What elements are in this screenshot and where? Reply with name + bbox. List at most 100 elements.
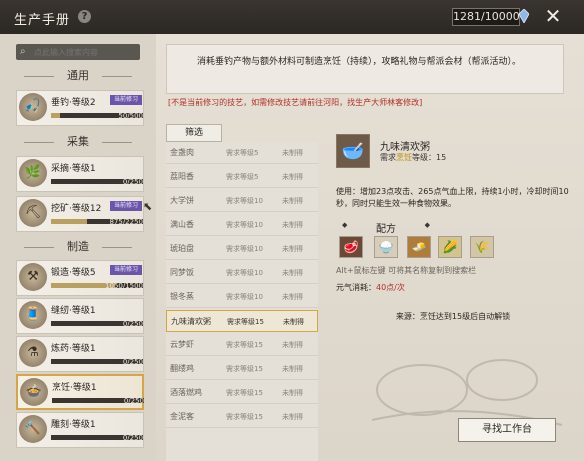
progress-label: 875/2250 (109, 218, 143, 226)
energy-cost: 元气消耗：40点/次 (336, 283, 405, 292)
recipe-row-status: 未制得 (282, 341, 303, 349)
recipe-row-name: 翻缕鸡 (170, 364, 194, 373)
skill-item-picking[interactable]: 🌿 采摘·等级1 0/250 (16, 156, 144, 192)
skill-name: 缝纫·等级1 (51, 306, 96, 316)
recipe-row-level: 需求等级15 (226, 413, 263, 421)
skill-item-carving[interactable]: 🔨 雕刻·等级1 0/250 (16, 412, 144, 448)
filter-button[interactable]: 筛选 (166, 124, 222, 142)
skill-name: 烹饪·等级1 (52, 383, 97, 393)
recipe-header: 配方 (336, 220, 436, 235)
progress-label: 0/250 (122, 434, 143, 442)
recipe-row-name: 酒落燃鸡 (170, 388, 202, 397)
grain-icon[interactable]: 🌾 (470, 236, 494, 258)
skill-item-fishing[interactable]: 🎣 垂钓·等级2 当前修习 50/500 (16, 90, 144, 126)
status-badge: 当前修习 (110, 265, 142, 275)
recipe-row-level: 需求等级15 (226, 341, 263, 349)
progress-label: 0/250 (123, 397, 144, 405)
recipe-row-level: 需求等级10 (226, 293, 263, 301)
skill-item-sewing[interactable]: 🧵 缝纫·等级1 0/250 (16, 298, 144, 334)
recipe-row-level: 需求等级10 (226, 221, 263, 229)
recipe-row[interactable]: 九味清欢粥 需求等级15 未制得 (166, 310, 318, 332)
search-box[interactable]: ⌕ (16, 44, 140, 60)
skill-name: 雕刻·等级1 (51, 420, 96, 430)
cooking-icon: 🍲 (20, 378, 48, 406)
recipe-row-level: 需求等级10 (226, 197, 263, 205)
recipe-row-status: 未制得 (282, 389, 303, 397)
recipe-row-level: 需求等级5 (226, 149, 259, 157)
close-icon[interactable]: ✕ (542, 5, 564, 27)
skill-name: 采摘·等级1 (51, 164, 96, 174)
skill-name: 挖矿·等级12 (51, 204, 102, 214)
recipe-row-status: 未制得 (283, 318, 304, 326)
recipe-row[interactable]: 金泥客 需求等级15 未制得 (166, 406, 318, 428)
recipe-row[interactable]: 同梦饭 需求等级10 未制得 (166, 262, 318, 284)
tofu-icon[interactable]: 🧈 (407, 236, 431, 258)
chisel-icon: 🔨 (19, 415, 47, 443)
recipe-row[interactable]: 云梦虾 需求等级15 未制得 (166, 334, 318, 356)
progress-label: 0/250 (122, 320, 143, 328)
recipe-row-status: 未制得 (282, 293, 303, 301)
recipe-row[interactable]: 荔阳香 需求等级5 未制得 (166, 166, 318, 188)
recipe-row[interactable]: 酒落燃鸡 需求等级15 未制得 (166, 382, 318, 404)
recipe-effect: 使用：增加23点攻击、265点气血上限，持续1小时，冷却时间10秒，同时只能生效… (336, 187, 569, 208)
recipe-row-status: 未制得 (282, 197, 303, 205)
recipe-row-name: 金泥客 (170, 412, 194, 421)
recipe-row[interactable]: 满山香 需求等级10 未制得 (166, 214, 318, 236)
recipe-row-name: 九味清欢粥 (171, 317, 211, 326)
skill-item-cooking[interactable]: 🍲 烹饪·等级1 0/250 (16, 374, 144, 410)
corn-icon[interactable]: 🌽 (438, 236, 462, 258)
recipe-row-level: 需求等级5 (226, 173, 259, 181)
recipe-row[interactable]: 银冬蒸 需求等级10 未制得 (166, 286, 318, 308)
recipe-requirement: 需求烹饪等级：15 (380, 153, 447, 162)
recipe-row-level: 需求等级15 (227, 318, 264, 326)
pickaxe-icon: ⛏ (19, 199, 47, 227)
herb-icon: 🌿 (19, 159, 47, 187)
question-icon[interactable]: ? (78, 10, 91, 23)
window-title: 生产手册 (14, 13, 71, 28)
decorative-pottery-illustration (371, 359, 563, 426)
rice-icon[interactable]: 🍚 (374, 236, 398, 258)
anvil-icon: ⚒ (19, 263, 47, 291)
skill-item-mining[interactable]: ⛏ 挖矿·等级12 当前修习 875/2250 (16, 196, 144, 232)
skill-sidebar: ⌕ 通用 🎣 垂钓·等级2 当前修习 50/500 采集 🌿 采摘·等级1 0/… (0, 34, 156, 461)
recipe-list: 金盏肉 需求等级5 未制得 荔阳香 需求等级5 未制得 大学饼 需求等级10 未制得 满山香 需求等… (166, 142, 318, 461)
find-workbench-button[interactable]: 寻找工作台 (458, 418, 556, 442)
recipe-row-level: 需求等级10 (226, 269, 263, 277)
energy-gem-icon (519, 9, 529, 23)
recipe-row-level: 需求等级15 (226, 389, 263, 397)
potion-icon: ⚗ (19, 339, 47, 367)
recipe-row[interactable]: 大学饼 需求等级10 未制得 (166, 190, 318, 212)
recipe-name: 九味清欢粥 (380, 142, 430, 153)
recipe-row-status: 未制得 (282, 173, 303, 181)
skill-item-forging[interactable]: ⚒ 锻造·等级5 当前修习 1050/1500 (16, 260, 144, 296)
production-manual-window: 生产手册 ? 1281/10000 ✕ ⌕ 通用 🎣 垂钓·等级2 当前修习 5… (0, 0, 584, 461)
recipe-row[interactable]: 翻缕鸡 需求等级15 未制得 (166, 358, 318, 380)
recipe-row[interactable]: 金盏肉 需求等级5 未制得 (166, 142, 318, 164)
skill-description: 消耗垂钓产物与额外材料可制造烹饪（持续），攻略礼物与帮派会材（帮派活动）。 (166, 44, 564, 94)
group-crafting: 制造 (16, 238, 140, 256)
recipe-row-name: 大学饼 (170, 196, 194, 205)
recipe-row-name: 云梦虾 (170, 340, 194, 349)
progress-fill (51, 113, 61, 118)
recipe-row-status: 未制得 (282, 413, 303, 421)
progress-label: 0/250 (122, 358, 143, 366)
recipe-row[interactable]: 琥珀盘 需求等级10 未制得 (166, 238, 318, 260)
progress-label: 0/250 (122, 178, 143, 186)
skill-name: 炼药·等级1 (51, 344, 96, 354)
meat-icon[interactable]: 🥩 (339, 236, 363, 258)
recipe-row-name: 琥珀盘 (170, 244, 194, 253)
title-bar: 生产手册 ? 1281/10000 ✕ (0, 0, 584, 34)
status-badge: 当前修习 (110, 201, 142, 211)
fishing-icon: 🎣 (19, 93, 47, 121)
progress-fill (51, 219, 87, 224)
skill-name: 锻造·等级5 (51, 268, 96, 278)
recipe-source: 来源：烹饪达到15级后自动解锁 (395, 312, 511, 321)
recipe-row-level: 需求等级10 (226, 245, 263, 253)
skill-item-alchemy[interactable]: ⚗ 炼药·等级1 0/250 (16, 336, 144, 372)
mouse-cursor-icon: ⬉ (143, 200, 153, 213)
progress-label: 50/500 (118, 112, 143, 120)
recipe-row-name: 同梦饭 (170, 268, 194, 277)
recipe-row-status: 未制得 (282, 149, 303, 157)
needle-icon: 🧵 (19, 301, 47, 329)
search-input[interactable] (34, 45, 136, 59)
